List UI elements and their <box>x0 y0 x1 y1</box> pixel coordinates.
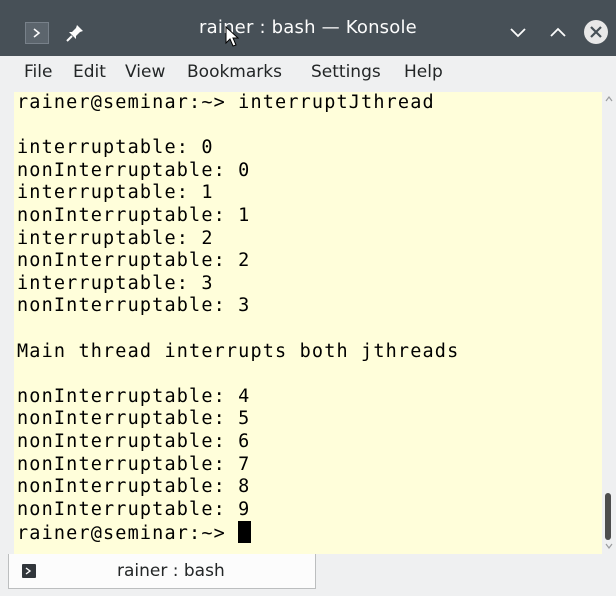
menu-edit[interactable]: Edit <box>73 62 106 82</box>
close-button[interactable] <box>582 18 610 46</box>
mouse-pointer-icon <box>225 26 239 47</box>
menu-bookmarks[interactable]: Bookmarks <box>187 62 282 82</box>
terminal-line: nonInterruptable: 7 <box>17 453 251 475</box>
menu-file[interactable]: File <box>24 62 52 82</box>
minimize-button[interactable] <box>504 18 532 46</box>
terminal-view[interactable]: rainer@seminar:~> interruptJthread inter… <box>14 92 602 554</box>
tabbar: rainer : bash <box>0 554 616 596</box>
prompt-text: rainer@seminar:~> <box>17 523 239 545</box>
terminal-icon <box>22 564 36 578</box>
terminal-line: interruptable: 2 <box>17 227 214 249</box>
terminal-line: nonInterruptable: 2 <box>17 250 251 272</box>
terminal-line: nonInterruptable: 4 <box>17 385 251 407</box>
scroll-up-arrow-icon[interactable] <box>604 94 614 104</box>
terminal-line: rainer@seminar:~> interruptJthread <box>17 92 435 113</box>
terminal-line: Main thread interrupts both jthreads <box>17 340 460 362</box>
chevron-up-icon <box>550 27 566 37</box>
menu-help[interactable]: Help <box>404 62 443 82</box>
prompt-line[interactable]: rainer@seminar:~> <box>17 521 252 545</box>
terminal-line: nonInterruptable: 1 <box>17 205 251 226</box>
menubar: File Edit View Bookmarks Settings Help <box>0 56 616 92</box>
terminal-line: interruptable: 0 <box>17 137 214 159</box>
terminal-line: nonInterruptable: 6 <box>17 431 251 452</box>
tab-label: rainer : bash <box>117 561 225 581</box>
scroll-down-arrow-icon[interactable] <box>604 541 614 551</box>
terminal-line: nonInterruptable: 5 <box>17 408 251 430</box>
terminal-line: interruptable: 1 <box>17 182 214 204</box>
titlebar[interactable]: rainer : bash — Konsole <box>0 0 616 56</box>
terminal-line: interruptable: 3 <box>17 272 214 294</box>
close-icon <box>584 20 608 44</box>
menu-settings[interactable]: Settings <box>311 62 381 82</box>
terminal-line: nonInterruptable: 3 <box>17 295 251 317</box>
terminal-line: nonInterruptable: 0 <box>17 159 251 181</box>
scrollbar[interactable] <box>602 92 616 554</box>
maximize-button[interactable] <box>544 18 572 46</box>
terminal-line: nonInterruptable: 9 <box>17 498 251 520</box>
scrollbar-handle[interactable] <box>605 493 611 540</box>
terminal-line: nonInterruptable: 8 <box>17 476 251 498</box>
menu-view[interactable]: View <box>125 62 165 82</box>
tab-rainer-bash[interactable]: rainer : bash <box>8 554 316 589</box>
text-cursor <box>238 521 252 544</box>
chevron-down-icon <box>510 28 526 38</box>
